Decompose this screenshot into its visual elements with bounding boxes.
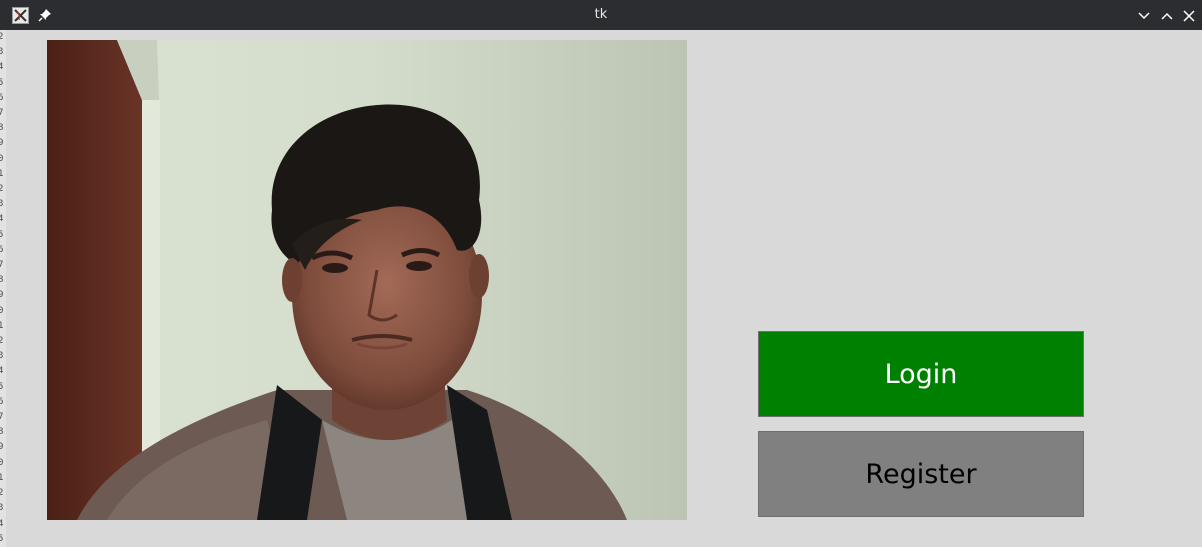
register-button-label: Register (865, 458, 977, 490)
login-button[interactable]: Login (758, 331, 1084, 417)
chevron-down-icon[interactable] (1137, 8, 1151, 22)
register-button[interactable]: Register (758, 431, 1084, 517)
chevron-up-icon[interactable] (1160, 8, 1174, 22)
window-titlebar: tk (0, 0, 1202, 30)
login-button-label: Login (884, 358, 958, 390)
webcam-photo (47, 40, 687, 520)
window-content: Login Register (6, 30, 1202, 547)
window-title: tk (594, 7, 608, 22)
close-icon[interactable] (1182, 8, 1196, 22)
webcam-feed-image (47, 40, 687, 520)
